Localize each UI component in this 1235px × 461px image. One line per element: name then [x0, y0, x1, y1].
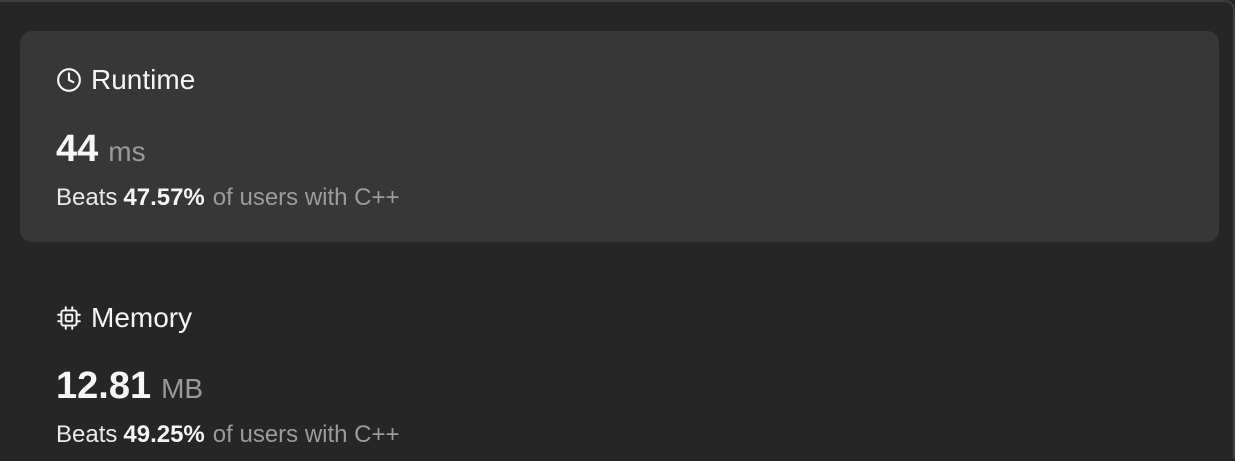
memory-beats: Beats 49.25% of users with C++	[56, 420, 400, 450]
runtime-card[interactable]: Runtime 44 ms Beats 47.57% of users with C…	[20, 31, 1219, 242]
memory-title: Memory	[91, 302, 193, 333]
memory-unit: MB	[161, 373, 204, 404]
runtime-beats-suffix: of users with C++	[212, 184, 400, 211]
memory-header: Memory	[56, 302, 192, 334]
runtime-header: Runtime	[56, 64, 195, 96]
clock-icon	[56, 67, 82, 93]
memory-beats-percent: 49.25%	[123, 421, 205, 448]
performance-panel: Runtime 44 ms Beats 47.57% of users with C…	[0, 0, 1235, 459]
runtime-beats-prefix: Beats	[56, 184, 118, 211]
runtime-value: 44	[56, 128, 99, 170]
memory-value: 12.81	[56, 365, 152, 407]
runtime-beats: Beats 47.57% of users with C++	[56, 183, 400, 213]
runtime-title: Runtime	[91, 64, 196, 95]
runtime-unit: ms	[108, 136, 146, 167]
memory-card[interactable]: Memory 12.81 MB Beats 49.25% of users with…	[20, 270, 1219, 461]
runtime-beats-percent: 47.57%	[123, 184, 205, 211]
runtime-metric: 44 ms	[56, 127, 146, 174]
memory-beats-suffix: of users with C++	[212, 421, 400, 448]
memory-beats-prefix: Beats	[56, 421, 118, 448]
chip-icon	[56, 305, 82, 331]
memory-metric: 12.81 MB	[56, 364, 203, 411]
